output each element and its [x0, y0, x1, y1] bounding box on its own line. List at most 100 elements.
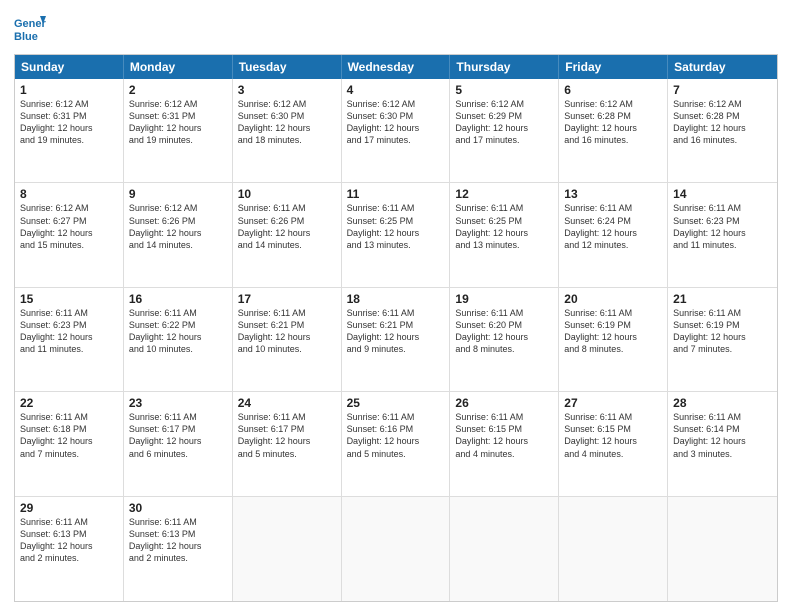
- day-info: Sunrise: 6:11 AMSunset: 6:14 PMDaylight:…: [673, 411, 772, 460]
- header-day-tuesday: Tuesday: [233, 55, 342, 79]
- calendar-cell: 20Sunrise: 6:11 AMSunset: 6:19 PMDayligh…: [559, 288, 668, 391]
- logo-svg: General Blue: [14, 14, 46, 46]
- day-number: 9: [129, 187, 227, 201]
- calendar-cell: [233, 497, 342, 601]
- day-info: Sunrise: 6:12 AMSunset: 6:29 PMDaylight:…: [455, 98, 553, 147]
- calendar-header: SundayMondayTuesdayWednesdayThursdayFrid…: [15, 55, 777, 79]
- day-number: 7: [673, 83, 772, 97]
- day-number: 29: [20, 501, 118, 515]
- day-info: Sunrise: 6:11 AMSunset: 6:15 PMDaylight:…: [455, 411, 553, 460]
- day-info: Sunrise: 6:12 AMSunset: 6:30 PMDaylight:…: [347, 98, 445, 147]
- day-number: 30: [129, 501, 227, 515]
- header-day-wednesday: Wednesday: [342, 55, 451, 79]
- day-number: 1: [20, 83, 118, 97]
- day-info: Sunrise: 6:12 AMSunset: 6:28 PMDaylight:…: [564, 98, 662, 147]
- day-info: Sunrise: 6:12 AMSunset: 6:26 PMDaylight:…: [129, 202, 227, 251]
- calendar-cell: 11Sunrise: 6:11 AMSunset: 6:25 PMDayligh…: [342, 183, 451, 286]
- calendar-row: 15Sunrise: 6:11 AMSunset: 6:23 PMDayligh…: [15, 288, 777, 392]
- calendar-cell: 12Sunrise: 6:11 AMSunset: 6:25 PMDayligh…: [450, 183, 559, 286]
- page: General Blue SundayMondayTuesdayWednesda…: [0, 0, 792, 612]
- day-info: Sunrise: 6:11 AMSunset: 6:17 PMDaylight:…: [129, 411, 227, 460]
- day-info: Sunrise: 6:11 AMSunset: 6:13 PMDaylight:…: [20, 516, 118, 565]
- calendar-cell: 26Sunrise: 6:11 AMSunset: 6:15 PMDayligh…: [450, 392, 559, 495]
- calendar-cell: 7Sunrise: 6:12 AMSunset: 6:28 PMDaylight…: [668, 79, 777, 182]
- day-number: 23: [129, 396, 227, 410]
- svg-text:Blue: Blue: [14, 31, 38, 43]
- day-number: 18: [347, 292, 445, 306]
- calendar-cell: 15Sunrise: 6:11 AMSunset: 6:23 PMDayligh…: [15, 288, 124, 391]
- calendar-cell: 21Sunrise: 6:11 AMSunset: 6:19 PMDayligh…: [668, 288, 777, 391]
- day-number: 14: [673, 187, 772, 201]
- day-number: 16: [129, 292, 227, 306]
- calendar-cell: 19Sunrise: 6:11 AMSunset: 6:20 PMDayligh…: [450, 288, 559, 391]
- calendar-cell: 2Sunrise: 6:12 AMSunset: 6:31 PMDaylight…: [124, 79, 233, 182]
- calendar-cell: 23Sunrise: 6:11 AMSunset: 6:17 PMDayligh…: [124, 392, 233, 495]
- calendar-cell: 13Sunrise: 6:11 AMSunset: 6:24 PMDayligh…: [559, 183, 668, 286]
- header-day-sunday: Sunday: [15, 55, 124, 79]
- day-number: 5: [455, 83, 553, 97]
- day-number: 28: [673, 396, 772, 410]
- day-info: Sunrise: 6:11 AMSunset: 6:25 PMDaylight:…: [455, 202, 553, 251]
- day-info: Sunrise: 6:11 AMSunset: 6:20 PMDaylight:…: [455, 307, 553, 356]
- calendar-cell: 25Sunrise: 6:11 AMSunset: 6:16 PMDayligh…: [342, 392, 451, 495]
- day-info: Sunrise: 6:11 AMSunset: 6:13 PMDaylight:…: [129, 516, 227, 565]
- day-number: 8: [20, 187, 118, 201]
- calendar-cell: 16Sunrise: 6:11 AMSunset: 6:22 PMDayligh…: [124, 288, 233, 391]
- day-info: Sunrise: 6:12 AMSunset: 6:27 PMDaylight:…: [20, 202, 118, 251]
- calendar-cell: [342, 497, 451, 601]
- day-number: 19: [455, 292, 553, 306]
- header-day-monday: Monday: [124, 55, 233, 79]
- day-number: 11: [347, 187, 445, 201]
- day-number: 6: [564, 83, 662, 97]
- calendar: SundayMondayTuesdayWednesdayThursdayFrid…: [14, 54, 778, 602]
- calendar-row: 22Sunrise: 6:11 AMSunset: 6:18 PMDayligh…: [15, 392, 777, 496]
- day-number: 22: [20, 396, 118, 410]
- logo: General Blue: [14, 14, 50, 46]
- day-info: Sunrise: 6:11 AMSunset: 6:23 PMDaylight:…: [673, 202, 772, 251]
- calendar-cell: 18Sunrise: 6:11 AMSunset: 6:21 PMDayligh…: [342, 288, 451, 391]
- calendar-row: 8Sunrise: 6:12 AMSunset: 6:27 PMDaylight…: [15, 183, 777, 287]
- day-info: Sunrise: 6:11 AMSunset: 6:19 PMDaylight:…: [564, 307, 662, 356]
- calendar-cell: 22Sunrise: 6:11 AMSunset: 6:18 PMDayligh…: [15, 392, 124, 495]
- calendar-cell: 30Sunrise: 6:11 AMSunset: 6:13 PMDayligh…: [124, 497, 233, 601]
- calendar-cell: 29Sunrise: 6:11 AMSunset: 6:13 PMDayligh…: [15, 497, 124, 601]
- day-number: 17: [238, 292, 336, 306]
- day-number: 12: [455, 187, 553, 201]
- day-number: 10: [238, 187, 336, 201]
- day-info: Sunrise: 6:11 AMSunset: 6:15 PMDaylight:…: [564, 411, 662, 460]
- day-info: Sunrise: 6:11 AMSunset: 6:26 PMDaylight:…: [238, 202, 336, 251]
- day-info: Sunrise: 6:11 AMSunset: 6:25 PMDaylight:…: [347, 202, 445, 251]
- calendar-cell: 27Sunrise: 6:11 AMSunset: 6:15 PMDayligh…: [559, 392, 668, 495]
- svg-text:General: General: [14, 18, 46, 30]
- calendar-cell: [668, 497, 777, 601]
- calendar-cell: 5Sunrise: 6:12 AMSunset: 6:29 PMDaylight…: [450, 79, 559, 182]
- day-info: Sunrise: 6:12 AMSunset: 6:28 PMDaylight:…: [673, 98, 772, 147]
- day-number: 24: [238, 396, 336, 410]
- day-number: 2: [129, 83, 227, 97]
- calendar-row: 1Sunrise: 6:12 AMSunset: 6:31 PMDaylight…: [15, 79, 777, 183]
- calendar-cell: 14Sunrise: 6:11 AMSunset: 6:23 PMDayligh…: [668, 183, 777, 286]
- header-day-thursday: Thursday: [450, 55, 559, 79]
- header-day-friday: Friday: [559, 55, 668, 79]
- day-number: 21: [673, 292, 772, 306]
- day-number: 4: [347, 83, 445, 97]
- header: General Blue: [14, 10, 778, 46]
- calendar-cell: 10Sunrise: 6:11 AMSunset: 6:26 PMDayligh…: [233, 183, 342, 286]
- calendar-cell: 4Sunrise: 6:12 AMSunset: 6:30 PMDaylight…: [342, 79, 451, 182]
- day-number: 27: [564, 396, 662, 410]
- calendar-cell: [559, 497, 668, 601]
- day-info: Sunrise: 6:12 AMSunset: 6:31 PMDaylight:…: [129, 98, 227, 147]
- day-number: 26: [455, 396, 553, 410]
- day-info: Sunrise: 6:11 AMSunset: 6:24 PMDaylight:…: [564, 202, 662, 251]
- day-info: Sunrise: 6:11 AMSunset: 6:16 PMDaylight:…: [347, 411, 445, 460]
- calendar-cell: 17Sunrise: 6:11 AMSunset: 6:21 PMDayligh…: [233, 288, 342, 391]
- day-info: Sunrise: 6:11 AMSunset: 6:22 PMDaylight:…: [129, 307, 227, 356]
- calendar-cell: 8Sunrise: 6:12 AMSunset: 6:27 PMDaylight…: [15, 183, 124, 286]
- day-info: Sunrise: 6:11 AMSunset: 6:17 PMDaylight:…: [238, 411, 336, 460]
- calendar-cell: 28Sunrise: 6:11 AMSunset: 6:14 PMDayligh…: [668, 392, 777, 495]
- day-info: Sunrise: 6:12 AMSunset: 6:31 PMDaylight:…: [20, 98, 118, 147]
- calendar-row: 29Sunrise: 6:11 AMSunset: 6:13 PMDayligh…: [15, 497, 777, 601]
- header-day-saturday: Saturday: [668, 55, 777, 79]
- day-info: Sunrise: 6:12 AMSunset: 6:30 PMDaylight:…: [238, 98, 336, 147]
- calendar-cell: 3Sunrise: 6:12 AMSunset: 6:30 PMDaylight…: [233, 79, 342, 182]
